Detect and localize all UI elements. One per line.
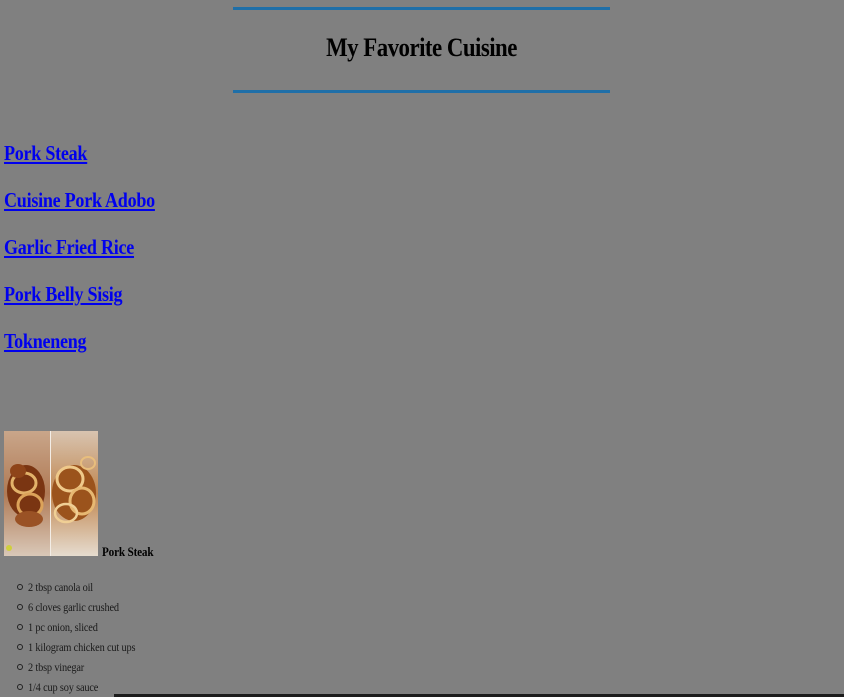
ingredient-text: 2 tbsp vinegar: [28, 660, 85, 674]
list-item: 2 tbsp canola oil: [0, 580, 153, 600]
circle-bullet-icon: [17, 684, 23, 690]
list-item: 1 pc onion, sliced: [0, 620, 153, 640]
link-pork-steak[interactable]: Pork Steak: [4, 141, 87, 166]
list-item: Pork Belly Sisig: [4, 282, 179, 329]
page: My Favorite Cuisine Pork Steak Cuisine P…: [0, 0, 844, 697]
ingredient-text: 6 cloves garlic crushed: [28, 600, 119, 614]
circle-bullet-icon: [17, 644, 23, 650]
link-garlic-fried-rice[interactable]: Garlic Fried Rice: [4, 235, 134, 260]
list-item: 6 cloves garlic crushed: [0, 600, 153, 620]
ingredient-list: 2 tbsp canola oil 6 cloves garlic crushe…: [0, 580, 153, 697]
title-top-rule: [233, 7, 610, 10]
circle-bullet-icon: [17, 604, 23, 610]
circle-bullet-icon: [17, 664, 23, 670]
list-item: 1 kilogram chicken cut ups: [0, 640, 153, 660]
ingredient-text: 1 kilogram chicken cut ups: [28, 640, 136, 654]
list-item: Tokneneng: [4, 329, 179, 376]
link-tokneneng[interactable]: Tokneneng: [4, 329, 87, 354]
pork-steak-photo-graphic: [4, 431, 98, 556]
list-item: 2 tbsp vinegar: [0, 660, 153, 680]
ingredient-text: 2 tbsp canola oil: [28, 580, 94, 594]
dish-section: Pork Steak: [4, 431, 154, 559]
link-pork-belly-sisig[interactable]: Pork Belly Sisig: [4, 282, 123, 307]
title-bottom-rule: [233, 90, 610, 93]
pork-steak-photo: [4, 431, 98, 556]
dish-caption: Pork Steak: [102, 544, 154, 559]
cuisine-link-list: Pork Steak Cuisine Pork Adobo Garlic Fri…: [4, 141, 179, 376]
list-item: Pork Steak: [4, 141, 179, 188]
circle-bullet-icon: [17, 584, 23, 590]
circle-bullet-icon: [17, 624, 23, 630]
ingredient-text: 1/4 cup soy sauce: [28, 680, 99, 694]
ingredient-text: 1 pc onion, sliced: [28, 620, 98, 634]
list-item: Cuisine Pork Adobo: [4, 188, 179, 235]
list-item: Garlic Fried Rice: [4, 235, 179, 282]
page-title: My Favorite Cuisine: [326, 33, 517, 62]
link-cuisine-pork-adobo[interactable]: Cuisine Pork Adobo: [4, 188, 155, 213]
